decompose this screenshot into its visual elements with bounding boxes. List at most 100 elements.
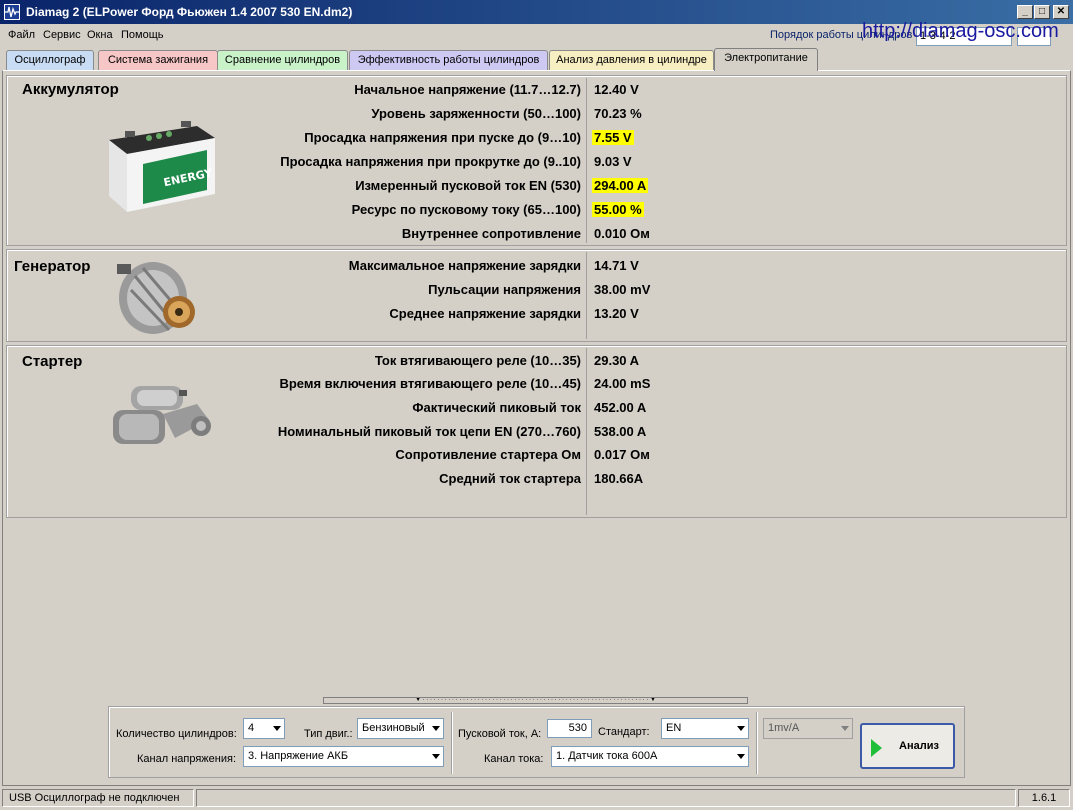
tab-oscilloscope[interactable]: Осциллограф: [6, 50, 94, 70]
row-label: Фактический пиковый ток: [412, 400, 581, 415]
row-label: Уровень заряженности (50…100): [371, 106, 581, 121]
starter-row: Время включения втягивающего реле (10…45…: [7, 374, 1068, 394]
battery-row: Уровень заряженности (50…100) 70.23 %: [7, 104, 1068, 124]
starter-section: Стартер Ток втягивающего реле (10…35) 29.…: [6, 345, 1067, 518]
row-label: Просадка напряжения при пуске до (9…10): [304, 130, 581, 145]
generator-row: Пульсации напряжения 38.00 mV: [7, 280, 1068, 300]
chevron-down-icon: [432, 754, 440, 759]
row-value: 70.23 %: [594, 106, 642, 121]
starting-current-label: Пусковой ток, A:: [458, 728, 542, 740]
tab-cylinder-efficiency[interactable]: Эффективность работы цилиндров: [349, 50, 548, 70]
menu-file[interactable]: Файл: [8, 29, 35, 41]
row-value: 24.00 mS: [594, 376, 651, 391]
window-title: Diamag 2 (ELPower Форд Фьюжен 1.4 2007 5…: [26, 5, 353, 19]
row-label: Внутреннее сопротивление: [401, 226, 581, 241]
starter-row: Номинальный пиковый ток цепи EN (270…760…: [7, 422, 1068, 442]
chevron-down-icon: [273, 726, 281, 731]
sensitivity-value: 1mv/A: [768, 722, 800, 734]
row-label: Номинальный пиковый ток цепи EN (270…760…: [277, 424, 581, 439]
row-value: 13.20 V: [594, 306, 639, 321]
play-icon: [871, 739, 882, 757]
connection-status: USB Осциллограф не подключен: [2, 789, 194, 807]
menu-service[interactable]: Сервис: [43, 29, 81, 41]
row-label: Измеренный пусковой ток EN (530): [355, 178, 581, 193]
current-channel-value: 1. Датчик тока 600А: [556, 750, 658, 762]
row-label: Средний ток стартера: [439, 471, 581, 486]
maximize-button[interactable]: □: [1034, 5, 1050, 19]
battery-row: Просадка напряжения при прокрутке до (9.…: [7, 152, 1068, 172]
tab-power-supply[interactable]: Электропитание: [714, 48, 818, 71]
generator-row: Максимальное напряжение зарядки 14.71 V: [7, 256, 1068, 276]
row-label: Среднее напряжение зарядки: [389, 306, 581, 321]
watermark-url: http://diamag-osc.com: [862, 20, 1059, 42]
row-value-highlighted: 7.55 V: [592, 130, 634, 145]
current-channel-select[interactable]: 1. Датчик тока 600А: [551, 746, 749, 767]
controls-separator: [756, 712, 757, 774]
voltage-channel-label: Канал напряжения:: [137, 753, 236, 765]
version-label: 1.6.1: [1018, 789, 1070, 807]
minimize-button[interactable]: _: [1017, 5, 1033, 19]
voltage-channel-value: 3. Напряжение АКБ: [248, 750, 349, 762]
row-value-highlighted: 55.00 %: [592, 202, 644, 217]
engine-type-value: Бензиновый: [362, 722, 425, 734]
tab-cylinder-pressure[interactable]: Анализ давления в цилиндре: [549, 50, 714, 70]
row-value: 180.66A: [594, 471, 644, 486]
starter-row: Фактический пиковый ток 452.00 A: [7, 398, 1068, 418]
battery-section: Аккумулятор ENERGY Начальное напряжение …: [6, 75, 1067, 246]
standard-label: Стандарт:: [598, 726, 650, 738]
close-button[interactable]: ✕: [1053, 5, 1069, 19]
voltage-channel-select[interactable]: 3. Напряжение АКБ: [243, 746, 444, 767]
row-value-highlighted: 294.00 A: [592, 178, 649, 193]
row-label: Просадка напряжения при прокрутке до (9.…: [280, 154, 581, 169]
chevron-down-icon: [737, 726, 745, 731]
menu-help[interactable]: Помощь: [121, 29, 164, 41]
battery-row: Измеренный пусковой ток EN (530) 294.00 A: [7, 176, 1068, 196]
engine-type-label: Тип двиг.:: [304, 728, 353, 740]
chevron-down-icon: [432, 726, 440, 731]
generator-row: Среднее напряжение зарядки 13.20 V: [7, 304, 1068, 324]
starter-row: Средний ток стартера 180.66A: [7, 469, 1068, 489]
starting-current-input[interactable]: 530: [547, 719, 592, 738]
status-bar: USB Осциллограф не подключен 1.6.1: [0, 787, 1073, 810]
row-value: 0.010 Ом: [594, 226, 650, 241]
row-value: 12.40 V: [594, 82, 639, 97]
row-value: 452.00 A: [594, 400, 647, 415]
standard-select[interactable]: EN: [661, 718, 749, 739]
row-value: 0.017 Ом: [594, 447, 650, 462]
row-label: Максимальное напряжение зарядки: [348, 258, 581, 273]
menu-windows[interactable]: Окна: [87, 29, 113, 41]
chevron-down-icon: [737, 754, 745, 759]
battery-row: Просадка напряжения при пуске до (9…10) 7…: [7, 128, 1068, 148]
row-label: Ток втягивающего реле (10…35): [374, 353, 581, 368]
tab-cylinder-compare[interactable]: Сравнение цилиндров: [217, 50, 348, 70]
starter-row: Ток втягивающего реле (10…35) 29.30 A: [7, 351, 1068, 371]
row-label: Сопротивление стартера Ом: [395, 447, 581, 462]
sensitivity-select: 1mv/A: [763, 718, 853, 739]
cylinders-select[interactable]: 4: [243, 718, 285, 739]
analyze-button[interactable]: Анализ: [860, 723, 955, 769]
standard-value: EN: [666, 722, 682, 734]
panel-splitter[interactable]: ▼ · · · · · · · · · · · · · · · · · · · …: [323, 697, 748, 704]
row-value: 38.00 mV: [594, 282, 651, 297]
battery-row: Начальное напряжение (11.7…12.7) 12.40 V: [7, 80, 1068, 100]
engine-type-select[interactable]: Бензиновый: [357, 718, 444, 739]
row-label: Время включения втягивающего реле (10…45…: [279, 376, 581, 391]
app-icon: [4, 4, 20, 20]
row-label: Ресурс по пусковому току (65…100): [351, 202, 581, 217]
battery-row: Ресурс по пусковому току (65…100) 55.00 %: [7, 200, 1068, 220]
row-value: 29.30 A: [594, 353, 640, 368]
tab-ignition[interactable]: Система зажигания: [98, 50, 218, 70]
row-value: 9.03 V: [594, 154, 632, 169]
controls-separator: [451, 712, 452, 774]
row-value: 14.71 V: [594, 258, 639, 273]
row-label: Пульсации напряжения: [428, 282, 581, 297]
current-channel-label: Канал тока:: [484, 753, 544, 765]
analyze-button-label: Анализ: [899, 740, 939, 752]
status-panel-empty: [196, 789, 1016, 807]
row-value: 538.00 A: [594, 424, 647, 439]
chevron-down-icon: [841, 726, 849, 731]
row-label: Начальное напряжение (11.7…12.7): [354, 82, 581, 97]
cylinders-label: Количество цилиндров:: [116, 728, 237, 740]
starter-row: Сопротивление стартера Ом 0.017 Ом: [7, 445, 1068, 465]
settings-panel: [108, 706, 965, 778]
